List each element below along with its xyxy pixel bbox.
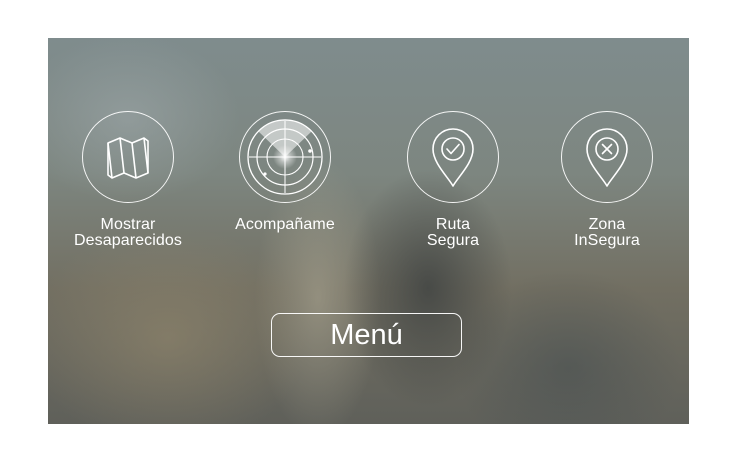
menu-item-mostrar-desaparecidos[interactable]: Mostrar Desaparecidos	[53, 111, 203, 249]
location-check-icon	[432, 128, 474, 187]
location-cross-icon-circle[interactable]	[561, 111, 653, 203]
app-screen: Mostrar Desaparecidos Acompañame Ruta Se…	[48, 38, 689, 424]
map-icon	[107, 137, 149, 179]
menu-button[interactable]: Menú	[271, 313, 462, 357]
location-check-icon-circle[interactable]	[407, 111, 499, 203]
menu-grid: Mostrar Desaparecidos Acompañame Ruta Se…	[48, 38, 689, 424]
map-icon-circle[interactable]	[82, 111, 174, 203]
radar-icon-circle[interactable]	[239, 111, 331, 203]
menu-item-label: Acompañame	[235, 216, 335, 233]
location-cross-icon	[586, 128, 628, 187]
menu-item-zona-insegura[interactable]: Zona InSegura	[532, 111, 682, 249]
menu-item-label: Zona InSegura	[574, 216, 640, 249]
menu-item-acompaname[interactable]: Acompañame	[210, 111, 360, 233]
menu-item-ruta-segura[interactable]: Ruta Segura	[378, 111, 528, 249]
menu-item-label: Mostrar Desaparecidos	[73, 216, 183, 249]
menu-item-label: Ruta Segura	[426, 216, 480, 249]
radar-icon	[247, 119, 323, 195]
